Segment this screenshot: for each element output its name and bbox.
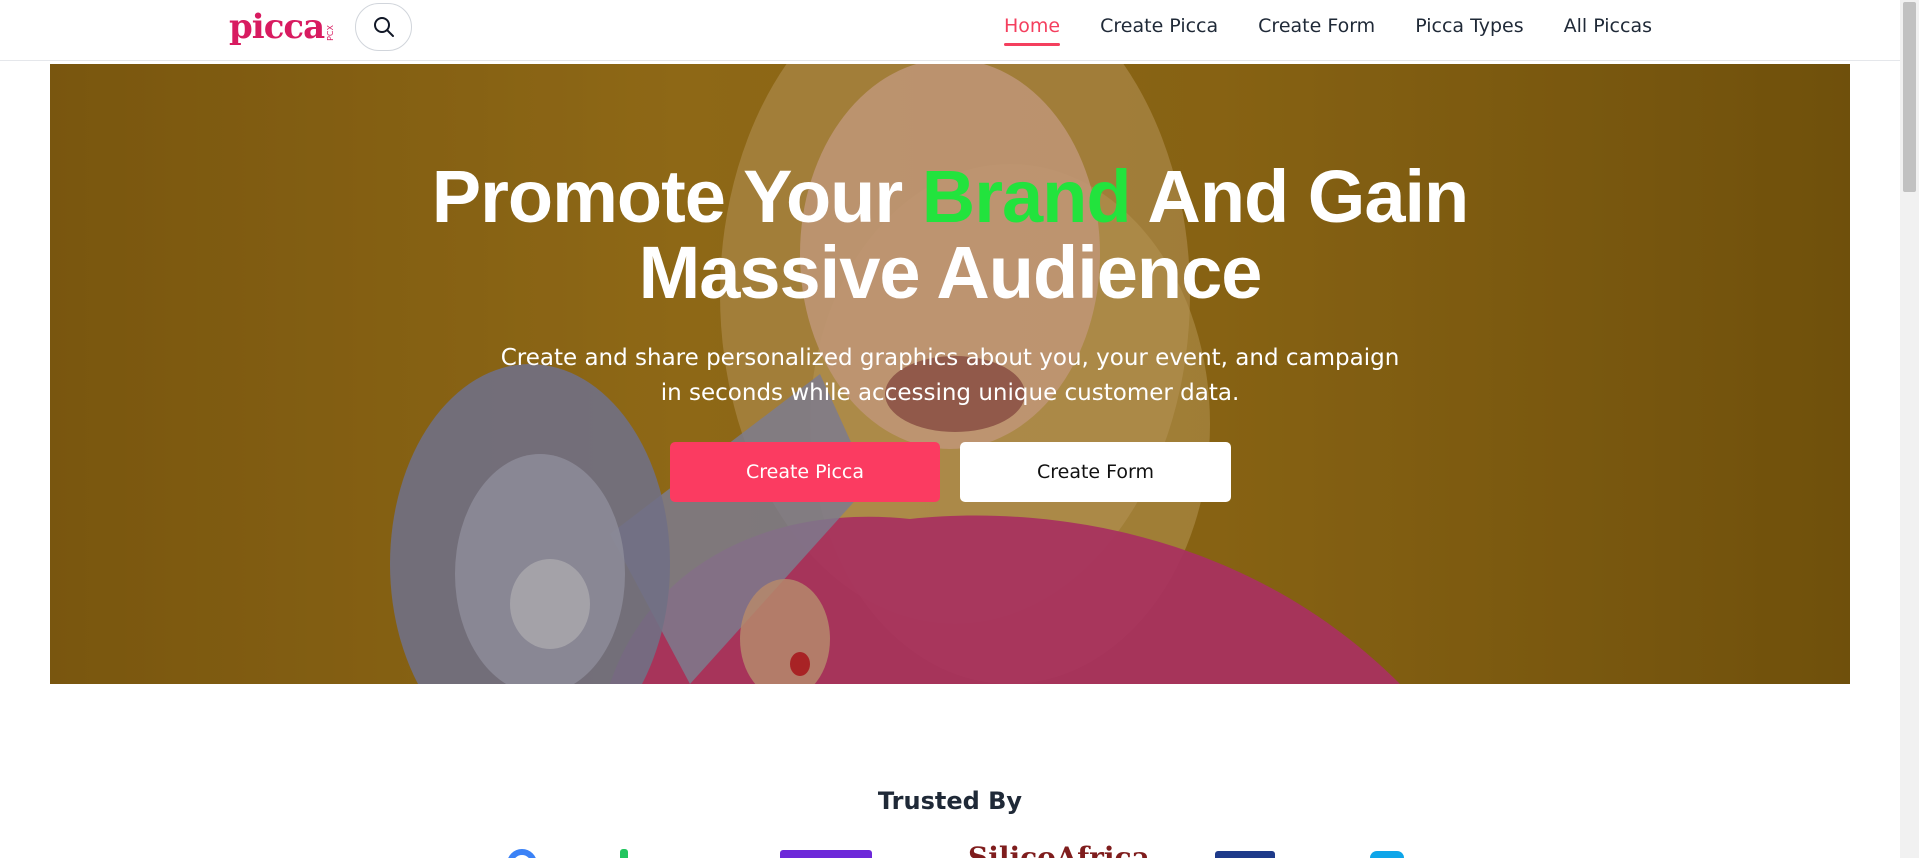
nav-picca-types[interactable]: Picca Types [1415, 0, 1523, 52]
hero-title-line-2: Massive Audience [638, 231, 1263, 314]
nav-create-form[interactable]: Create Form [1258, 0, 1375, 52]
hero-subtitle: Create and share personalized graphics a… [500, 345, 1400, 406]
create-picca-button[interactable]: Create Picca [670, 442, 940, 502]
main-nav: Home Create Picca Create Form Picca Type… [964, 0, 1652, 52]
hero-title: Promote Your Brand And Gain Massive Audi… [50, 159, 1850, 311]
search-icon [373, 17, 394, 37]
partner-logo-1 [507, 849, 537, 858]
partner-logos-row: SilicoAfrica [0, 845, 1900, 858]
hero-title-part-1: Promote Your [431, 155, 922, 238]
nav-all-piccas[interactable]: All Piccas [1564, 0, 1652, 52]
nav-home[interactable]: Home [1004, 0, 1061, 52]
picca-logo[interactable]: picca PCX [229, 7, 335, 47]
create-form-button[interactable]: Create Form [960, 442, 1231, 502]
hero-content: Promote Your Brand And Gain Massive Audi… [50, 64, 1850, 684]
hero-title-part-2: And Gain [1130, 155, 1469, 238]
hero-title-accent: Brand [921, 155, 1132, 238]
page-scrollbar[interactable] [1900, 0, 1919, 858]
top-navigation-bar: picca PCX Home Create Picca Create Form … [0, 0, 1900, 61]
scrollbar-thumb[interactable] [1903, 2, 1916, 192]
trusted-by-heading: Trusted By [877, 787, 1023, 815]
hero-banner: Promote Your Brand And Gain Massive Audi… [50, 64, 1850, 684]
partner-logo-6 [1370, 851, 1404, 858]
partner-logo-5 [1215, 851, 1275, 858]
logo-text: picca [229, 7, 325, 47]
nav-create-picca[interactable]: Create Picca [1100, 0, 1218, 52]
logo-suffix: PCX [326, 25, 336, 41]
partner-logo-silicoafrica: SilicoAfrica [968, 845, 1150, 858]
partner-logo-2 [620, 849, 628, 858]
partner-logo-3 [780, 850, 872, 858]
search-button[interactable] [355, 3, 412, 51]
